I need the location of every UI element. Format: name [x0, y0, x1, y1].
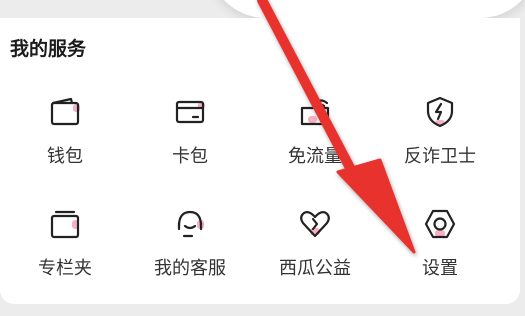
- hexagon-settings-icon: [422, 206, 458, 242]
- wallet-icon: [47, 94, 83, 130]
- header-blob: [208, 0, 525, 18]
- sim-wifi-icon: [297, 94, 333, 130]
- service-column-folder[interactable]: 专栏夹: [5, 206, 125, 280]
- service-wallet[interactable]: 钱包: [5, 94, 125, 168]
- service-customer-service[interactable]: 我的客服: [130, 206, 250, 280]
- card-icon: [172, 94, 208, 130]
- service-settings[interactable]: 设置: [380, 206, 500, 280]
- service-xigua-charity[interactable]: 西瓜公益: [255, 206, 375, 280]
- service-card-pack[interactable]: 卡包: [130, 94, 250, 168]
- folder-icon: [47, 206, 83, 242]
- shield-lightning-icon: [422, 94, 458, 130]
- heart-icon: [297, 206, 333, 242]
- section-title: 我的服务: [10, 38, 87, 60]
- service-anti-fraud[interactable]: 反诈卫士: [380, 94, 500, 168]
- service-free-data[interactable]: 免流量: [255, 94, 375, 168]
- headset-icon: [172, 206, 208, 242]
